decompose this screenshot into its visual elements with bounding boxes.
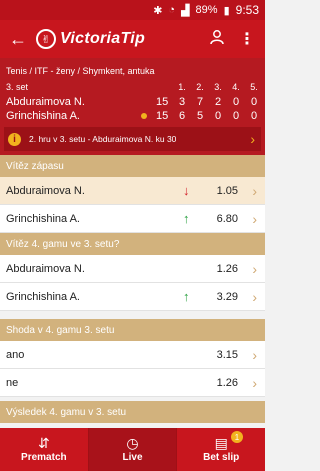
chevron-right-icon: › [250,131,255,147]
outcome-label: Abduraimova N. [6,262,85,275]
signal-icon: ▟ [181,4,190,17]
score-set: 0 [232,96,240,108]
serve-indicator-icon [141,113,147,119]
market-header: Výsledek 4. gamu v 3. setu [0,401,265,423]
odd-value: 6.80 [216,212,238,225]
player-row: Grinchishina A. 15 6 5 0 0 0 [0,110,265,124]
battery-level: 89% [195,4,218,16]
sort-icon: ⇵ [37,435,50,451]
odds-row[interactable]: Abduraimova N. ↓ 1.05 › [0,177,265,205]
chevron-right-icon: › [252,260,257,277]
col-header: 4. [232,82,240,92]
more-vert-icon[interactable]: ⋮ [239,29,255,49]
market-header: Vítěz zápasu [0,155,265,177]
breadcrumb: Tenis / ITF - ženy / Shymkent, antuka [6,66,155,76]
odds-row[interactable]: ano 3.15 › [0,341,265,369]
chevron-right-icon: › [252,288,257,305]
odd-value: 3.15 [216,348,238,361]
outcome-label: ano [6,348,25,361]
tab-label: Prematch [21,452,67,463]
wifi-icon: ◔ [168,4,176,16]
brand-name: VictoriaTip [60,30,146,47]
ticket-icon: ▤ [214,435,228,451]
score-set: 0 [250,96,258,108]
set-label: 3. set [6,82,29,92]
col-header: 2. [196,82,204,92]
score-set: 3 [178,96,186,108]
logo-mark-icon: ✌ [36,29,56,49]
market-header: Vítěz 4. gamu ve 3. setu? [0,233,265,255]
outcome-label: Abduraimova N. [6,184,85,197]
tab-prematch[interactable]: ⇵ Prematch [0,428,88,471]
trend-up-icon: ↑ [183,211,190,226]
scoreboard: Tenis / ITF - ženy / Shymkent, antuka 3.… [0,58,265,155]
market-header: Shoda v 4. gamu 3. setu [0,319,265,341]
clock: 9:53 [235,3,259,17]
odds-row[interactable]: Abduraimova N. 1.26 › [0,255,265,283]
match-info-text: 2. hru v 3. setu - Abduraimova N. ku 30 [29,134,177,144]
tab-label: Bet slip [203,452,240,463]
outcome-label: Grinchishina A. [6,290,80,303]
chevron-right-icon: › [252,210,257,227]
chevron-right-icon: › [252,182,257,199]
info-icon: i [8,132,21,146]
odds-row[interactable]: Grinchishina A. ↑ 3.29 › [0,283,265,311]
odd-value: 1.26 [216,376,238,389]
clock-icon: ◷ [126,435,139,451]
odds-row[interactable]: ne 1.26 › [0,369,265,397]
score-set: 0 [214,110,222,122]
odd-value: 3.29 [216,290,238,303]
outcome-label: Grinchishina A. [6,212,80,225]
status-bar: ✱ ◔ ▟ 89% ▮ 9:53 [0,0,265,20]
player-name: Grinchishina A. [6,110,80,122]
odds-row[interactable]: Grinchishina A. ↑ 6.80 › [0,205,265,233]
outcome-label: ne [6,376,19,389]
match-info-bar[interactable]: i 2. hru v 3. setu - Abduraimova N. ku 3… [4,127,261,151]
score-set: 6 [178,110,186,122]
score-set: 7 [196,96,204,108]
trend-down-icon: ↓ [183,183,190,198]
bluetooth-icon: ✱ [153,4,163,17]
col-header: 1. [178,82,186,92]
odd-value: 1.26 [216,262,238,275]
player-name: Abduraimova N. [6,96,85,108]
back-arrow-icon[interactable]: ← [0,29,36,50]
chevron-right-icon: › [252,374,257,391]
user-icon[interactable] [209,29,225,50]
bottom-nav: ⇵ Prematch ◷ Live ▤ Bet slip 1 [0,428,265,471]
trend-up-icon: ↑ [183,289,190,304]
tab-live[interactable]: ◷ Live [87,428,177,471]
score-set: 2 [214,96,222,108]
score-set: 0 [250,110,258,122]
score-set: 5 [196,110,204,122]
col-header: 5. [250,82,258,92]
score-set: 0 [232,110,240,122]
battery-icon: ▮ [223,4,230,17]
app-bar: ← ✌ VictoriaTip ⋮ [0,20,265,58]
tab-label: Live [122,452,143,463]
chevron-right-icon: › [252,346,257,363]
player-row: Abduraimova N. 15 3 7 2 0 0 [0,96,265,110]
tab-bet-slip[interactable]: ▤ Bet slip 1 [176,428,265,471]
brand-logo: ✌ VictoriaTip [36,29,145,49]
bet-slip-count-badge: 1 [231,431,244,443]
score-points: 15 [156,96,169,108]
score-points: 15 [156,110,169,122]
odd-value: 1.05 [216,184,238,197]
col-header: 3. [214,82,222,92]
